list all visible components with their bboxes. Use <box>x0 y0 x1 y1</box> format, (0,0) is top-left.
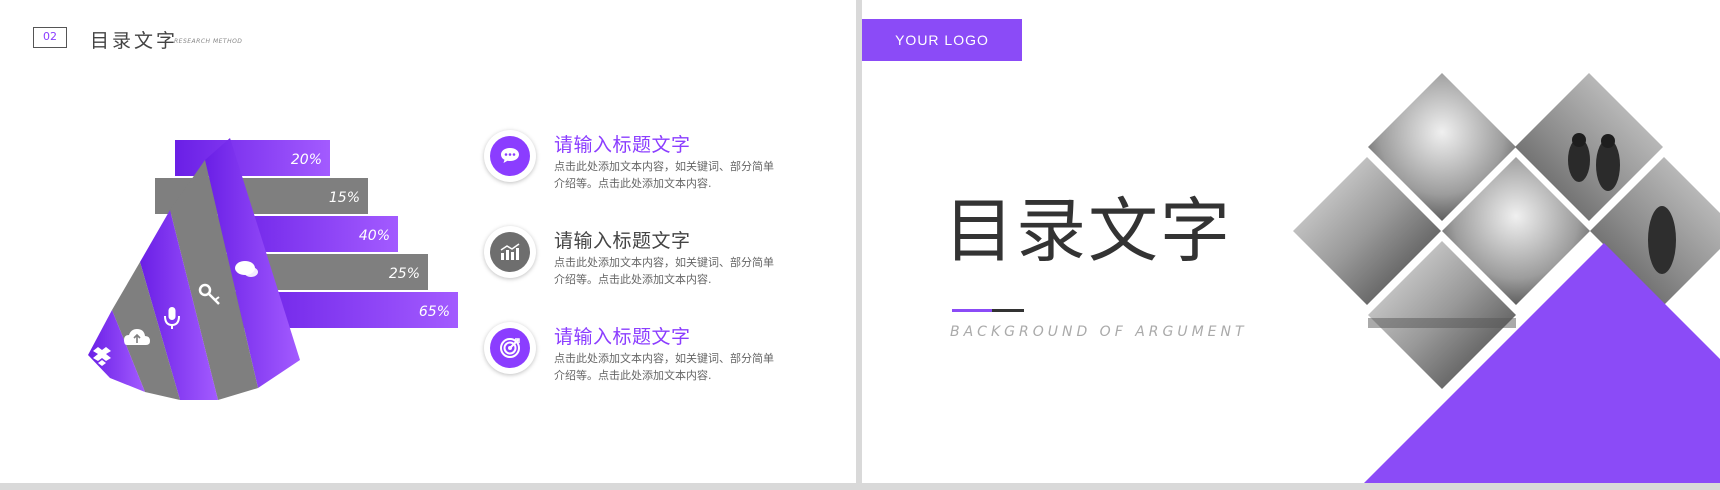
item-icon-circle <box>490 232 530 272</box>
firefighter-right-silhouette <box>1648 206 1676 274</box>
list-item-3: 请输入标题文字 点击此处添加文本内容，如关键词、部分简单介绍等。点击此处添加文本… <box>484 322 804 392</box>
main-title: 目录文字 <box>944 190 1232 272</box>
item-desc: 点击此处添加文本内容，如关键词、部分简单介绍等。点击此处添加文本内容. <box>554 352 774 382</box>
item-icon-ring <box>484 130 536 182</box>
main-subtitle: BACKGROUND OF ARGUMENT <box>950 324 1248 340</box>
target-icon <box>500 338 520 358</box>
list-item-1: 请输入标题文字 点击此处添加文本内容，如关键词、部分简单介绍等。点击此处添加文本… <box>484 130 804 200</box>
item-desc: 点击此处添加文本内容，如关键词、部分简单介绍等。点击此处添加文本内容. <box>554 160 774 190</box>
fan-bar-chart: 20% 15% 40% 25% 65% <box>88 138 458 400</box>
item-title: 请输入标题文字 <box>554 230 691 252</box>
chart-value-label: 40% <box>359 228 390 244</box>
left-slide: 02 目录文字 RESEARCH METHOD 20% 15% 40% 25% 65% … <box>0 0 856 483</box>
item-icon-circle <box>490 328 530 368</box>
title-underline-dark <box>992 309 1024 312</box>
chart-value-label: 15% <box>329 190 360 206</box>
chart-value-label: 65% <box>419 304 450 320</box>
item-title: 请输入标题文字 <box>554 326 691 348</box>
item-desc: 点击此处添加文本内容，如关键词、部分简单介绍等。点击此处添加文本内容. <box>554 256 774 286</box>
chart-value-label: 25% <box>389 266 420 282</box>
title-underline-accent <box>952 309 992 312</box>
water-horizon <box>1368 318 1516 328</box>
list-item-2: 请输入标题文字 点击此处添加文本内容，如关键词、部分简单介绍等。点击此处添加文本… <box>484 226 804 296</box>
chart-value-label: 20% <box>291 152 322 168</box>
item-icon-ring <box>484 226 536 278</box>
chat-icon <box>501 148 519 163</box>
bar-chart-icon <box>500 243 520 260</box>
item-icon-circle <box>490 136 530 176</box>
item-icon-ring <box>484 322 536 374</box>
item-title: 请输入标题文字 <box>554 134 691 156</box>
right-slide: YOUR LOGO 目录文字 BACKGROUND OF ARGUMENT <box>862 0 1720 483</box>
